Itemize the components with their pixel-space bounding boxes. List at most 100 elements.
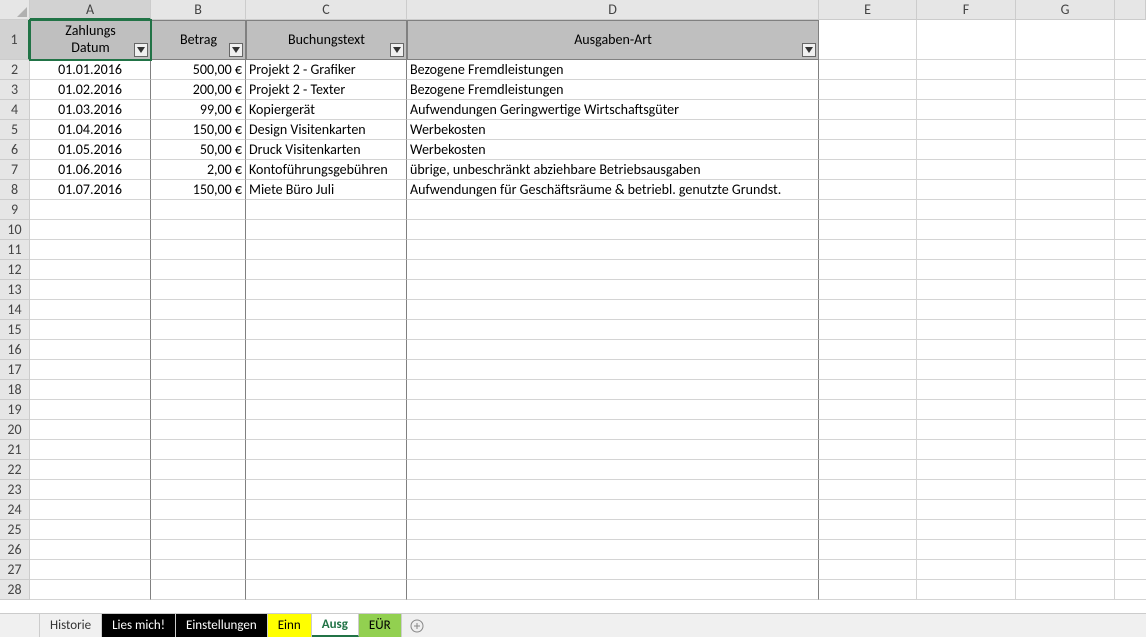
cell[interactable] — [1115, 500, 1146, 520]
cell-date[interactable]: 01.07.2016 — [30, 180, 151, 200]
cell[interactable] — [917, 400, 1016, 420]
cell[interactable] — [30, 240, 151, 260]
cell[interactable] — [1115, 320, 1146, 340]
row-header-6[interactable]: 6 — [0, 140, 30, 160]
cell-text[interactable]: Kopiergerät — [246, 100, 407, 120]
cell[interactable] — [917, 520, 1016, 540]
cell[interactable] — [246, 420, 407, 440]
cell[interactable] — [819, 140, 917, 160]
cell[interactable] — [30, 200, 151, 220]
cell[interactable] — [917, 380, 1016, 400]
cell[interactable] — [1115, 420, 1146, 440]
cell[interactable] — [819, 220, 917, 240]
cell[interactable] — [246, 320, 407, 340]
cell[interactable] — [407, 400, 819, 420]
row-header-9[interactable]: 9 — [0, 200, 30, 220]
cell[interactable] — [1115, 400, 1146, 420]
cell[interactable] — [151, 380, 246, 400]
cell[interactable] — [1115, 220, 1146, 240]
cell[interactable] — [30, 260, 151, 280]
cell[interactable] — [246, 300, 407, 320]
cell[interactable] — [151, 480, 246, 500]
cell[interactable] — [246, 380, 407, 400]
column-header-A[interactable]: A — [30, 0, 151, 20]
cell[interactable] — [30, 280, 151, 300]
cell[interactable] — [819, 20, 917, 60]
row-header-24[interactable]: 24 — [0, 500, 30, 520]
cell[interactable] — [819, 360, 917, 380]
cell[interactable] — [1115, 480, 1146, 500]
cell[interactable] — [407, 200, 819, 220]
cell[interactable] — [1115, 100, 1146, 120]
cell[interactable] — [246, 580, 407, 600]
cell[interactable] — [1016, 220, 1115, 240]
cell[interactable] — [1115, 140, 1146, 160]
spreadsheet-grid[interactable]: ABCDEFG1ZahlungsDatumBetragBuchungstextA… — [0, 0, 1146, 600]
cell[interactable] — [819, 340, 917, 360]
cell-date[interactable]: 01.05.2016 — [30, 140, 151, 160]
cell[interactable] — [917, 540, 1016, 560]
cell[interactable] — [1115, 520, 1146, 540]
cell[interactable] — [30, 300, 151, 320]
cell[interactable] — [151, 280, 246, 300]
cell[interactable] — [819, 200, 917, 220]
cell-betrag[interactable]: 500,00 € — [151, 60, 246, 80]
cell[interactable] — [1115, 360, 1146, 380]
filter-dropdown-icon[interactable] — [802, 43, 816, 57]
cell[interactable] — [1016, 160, 1115, 180]
cell[interactable] — [151, 220, 246, 240]
cell[interactable] — [917, 240, 1016, 260]
cell[interactable] — [1115, 380, 1146, 400]
cell-date[interactable]: 01.06.2016 — [30, 160, 151, 180]
cell[interactable] — [1115, 540, 1146, 560]
cell[interactable] — [407, 300, 819, 320]
row-header-22[interactable]: 22 — [0, 460, 30, 480]
cell[interactable] — [1115, 160, 1146, 180]
cell[interactable] — [1016, 340, 1115, 360]
cell[interactable] — [917, 100, 1016, 120]
sheet-tab-Lies mich![interactable]: Lies mich! — [102, 614, 176, 637]
cell[interactable] — [30, 320, 151, 340]
cell[interactable] — [1115, 280, 1146, 300]
cell-date[interactable]: 01.01.2016 — [30, 60, 151, 80]
cell[interactable] — [151, 200, 246, 220]
cell[interactable] — [917, 280, 1016, 300]
cell[interactable] — [917, 500, 1016, 520]
cell-betrag[interactable]: 50,00 € — [151, 140, 246, 160]
sheet-tab-Historie[interactable]: Historie — [40, 614, 102, 637]
sheet-tab-Ausg[interactable]: Ausg — [312, 614, 359, 637]
cell[interactable] — [917, 20, 1016, 60]
cell[interactable] — [246, 460, 407, 480]
cell[interactable] — [1115, 20, 1146, 60]
cell[interactable] — [30, 340, 151, 360]
cell-art[interactable]: Werbekosten — [407, 120, 819, 140]
cell-art[interactable]: Werbekosten — [407, 140, 819, 160]
cell[interactable] — [1016, 260, 1115, 280]
cell[interactable] — [151, 580, 246, 600]
row-header-10[interactable]: 10 — [0, 220, 30, 240]
cell[interactable] — [819, 520, 917, 540]
cell[interactable] — [151, 400, 246, 420]
cell[interactable] — [917, 480, 1016, 500]
cell[interactable] — [1115, 440, 1146, 460]
cell[interactable] — [819, 80, 917, 100]
row-header-27[interactable]: 27 — [0, 560, 30, 580]
cell-betrag[interactable]: 200,00 € — [151, 80, 246, 100]
cell[interactable] — [151, 560, 246, 580]
cell-date[interactable]: 01.04.2016 — [30, 120, 151, 140]
cell[interactable] — [407, 580, 819, 600]
cell[interactable] — [917, 300, 1016, 320]
cell[interactable] — [246, 400, 407, 420]
cell-text[interactable]: Projekt 2 - Grafiker — [246, 60, 407, 80]
cell[interactable] — [407, 500, 819, 520]
column-header-B[interactable]: B — [151, 0, 246, 20]
filter-dropdown-icon[interactable] — [390, 43, 404, 57]
row-header-16[interactable]: 16 — [0, 340, 30, 360]
cell[interactable] — [1115, 200, 1146, 220]
cell[interactable] — [246, 440, 407, 460]
column-header-F[interactable]: F — [917, 0, 1016, 20]
row-header-2[interactable]: 2 — [0, 60, 30, 80]
cell-art[interactable]: Aufwendungen Geringwertige Wirtschaftsgü… — [407, 100, 819, 120]
cell[interactable] — [819, 480, 917, 500]
cell[interactable] — [151, 320, 246, 340]
